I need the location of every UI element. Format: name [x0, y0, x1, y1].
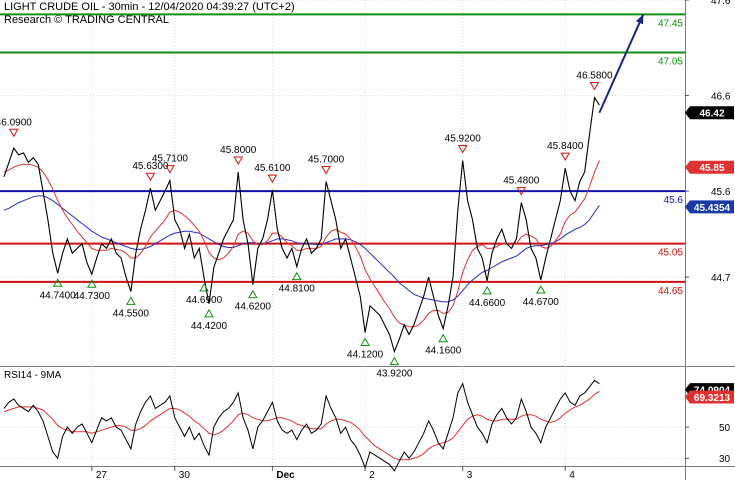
price-axis-tick-label: 46.6 [711, 92, 731, 103]
swing-low-label: 44.6600 [469, 298, 506, 309]
level-label: 47.45 [658, 18, 683, 29]
price-tag-blue-label: 45.4354 [694, 203, 731, 214]
swing-low-label: 43.9200 [376, 369, 413, 380]
rsi-panel-title: RSI14 - 9MA [4, 370, 62, 381]
time-axis-tick-label: 4 [569, 470, 575, 480]
price-tag-current-label: 46.42 [699, 109, 724, 120]
level-label: 47.05 [658, 57, 683, 68]
swing-high-label: 45.8400 [547, 141, 584, 152]
time-axis-tick-label: 2 [369, 470, 375, 480]
swing-low-label: 44.6200 [235, 302, 272, 313]
price-axis-bg [685, 0, 735, 480]
swing-high-label: 45.7100 [152, 154, 189, 165]
swing-low-label: 44.6700 [523, 297, 560, 308]
swing-high-label: 45.6100 [254, 163, 291, 174]
swing-low-label: 44.7400 [40, 290, 77, 301]
time-axis-tick-label: 27 [96, 470, 108, 480]
swing-high-label: 45.4800 [503, 176, 540, 187]
price-panel-bg [0, 0, 685, 365]
swing-high-label: 45.9200 [445, 134, 482, 145]
chart-title: LIGHT CRUDE OIL - 30min - 12/04/2020 04:… [4, 1, 295, 13]
chart-credit: Research © TRADING CENTRAL [4, 14, 169, 26]
price-tag-red-label: 45.85 [699, 163, 724, 174]
swing-low-label: 44.7300 [74, 291, 111, 302]
swing-low-label: 44.4200 [191, 321, 228, 332]
rsi-axis-tick-label: 50 [719, 423, 731, 434]
rsi-tag-red-label: 69.3213 [694, 393, 731, 404]
swing-low-label: 44.6900 [186, 295, 223, 306]
time-axis-tick-label: Dec [276, 470, 295, 480]
price-axis-tick-label: 44.7 [711, 273, 731, 284]
level-label: 44.65 [658, 286, 683, 297]
swing-high-label: 46.5800 [576, 70, 613, 81]
swing-high-label: 46.0900 [0, 117, 32, 128]
rsi-panel: RSI14 - 9MA 50 30 [3, 370, 731, 472]
rsi-moving-average-line [3, 390, 600, 461]
swing-high-label: 45.7000 [308, 155, 345, 166]
swing-low-label: 44.1200 [347, 350, 384, 361]
chart-canvas: 47.4547.0545.645.0544.65 46.090045.63004… [0, 0, 735, 480]
price-axis-tick-label: 45.6 [711, 187, 731, 198]
price-axis-tick-label: 47.6 [711, 0, 731, 7]
swing-low-label: 44.5500 [113, 308, 150, 319]
time-axis-tick-label: 30 [179, 470, 191, 480]
rsi-axis-tick-label: 30 [719, 454, 731, 465]
level-label: 45.05 [658, 248, 683, 259]
swing-low-label: 44.8100 [279, 284, 316, 295]
level-label: 45.6 [664, 195, 684, 206]
time-axis-tick-label: 3 [467, 470, 473, 480]
swing-low-label: 44.1600 [425, 346, 462, 357]
swing-high-label: 45.8000 [220, 145, 257, 156]
